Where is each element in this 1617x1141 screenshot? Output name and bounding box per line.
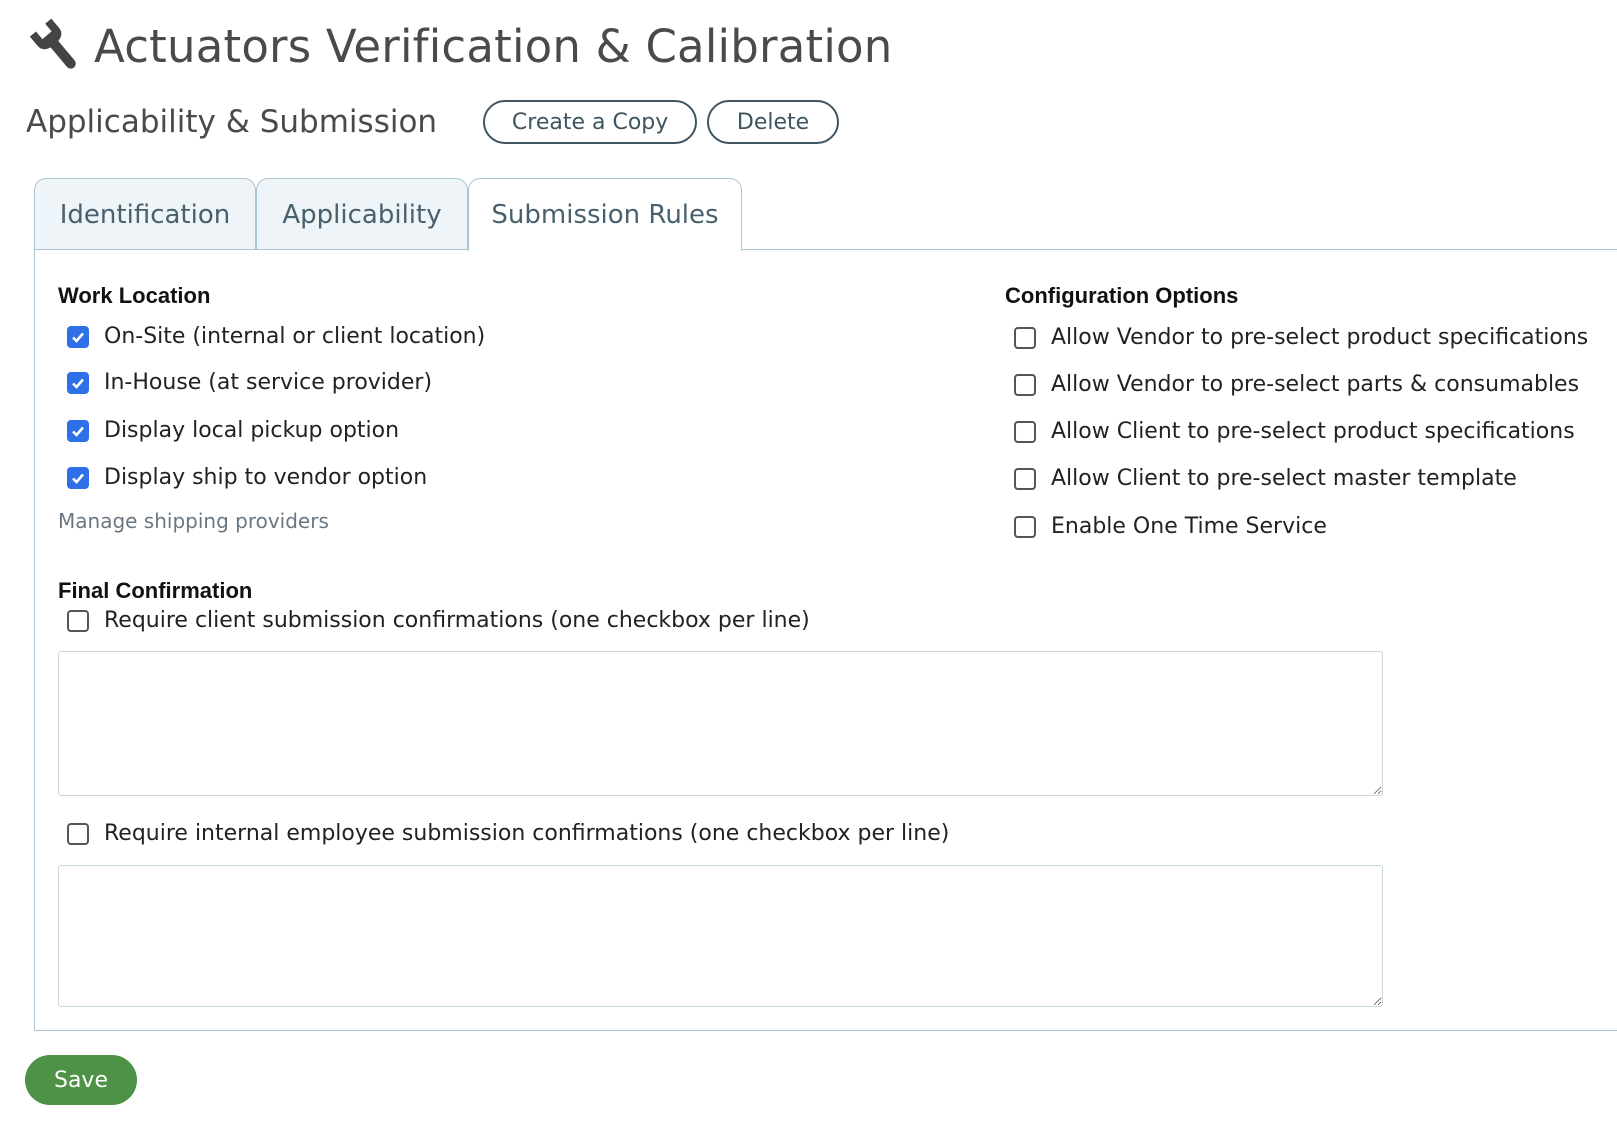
configuration-option[interactable]: Allow Client to pre-select product speci…	[1014, 419, 1575, 444]
client-confirmation-label: Require client submission confirmations …	[104, 608, 810, 633]
employee-confirmation-label: Require internal employee submission con…	[104, 821, 950, 846]
employee-confirmation-textarea[interactable]	[58, 865, 1383, 1007]
work-location-option[interactable]: Display local pickup option	[67, 418, 399, 443]
work-location-option[interactable]: On-Site (internal or client location)	[67, 324, 485, 349]
local-pickup-checkbox[interactable]	[67, 419, 89, 442]
final-confirmation-heading: Final Confirmation	[58, 578, 253, 603]
client-product-specs-label: Allow Client to pre-select product speci…	[1051, 419, 1575, 444]
tab-submission-rules[interactable]: Submission Rules	[468, 178, 742, 251]
checkmark-icon	[72, 473, 84, 484]
section-subtitle: Applicability & Submission	[26, 104, 438, 140]
vendor-parts-checkbox[interactable]	[1014, 373, 1036, 396]
vendor-product-specs-label: Allow Vendor to pre-select product speci…	[1051, 325, 1589, 350]
client-confirmation-textarea[interactable]	[58, 651, 1383, 796]
one-time-service-checkbox[interactable]	[1014, 515, 1036, 538]
on-site-label: On-Site (internal or client location)	[104, 324, 486, 349]
checkmark-icon	[72, 332, 84, 343]
work-location-heading: Work Location	[58, 283, 211, 308]
create-copy-button[interactable]: Create a Copy	[483, 100, 698, 144]
configuration-option[interactable]: Allow Vendor to pre-select parts & consu…	[1014, 372, 1579, 397]
checkmark-icon	[72, 378, 84, 389]
in-house-label: In-House (at service provider)	[104, 370, 433, 395]
client-confirmation-checkbox[interactable]	[67, 609, 89, 632]
ship-to-vendor-checkbox[interactable]	[67, 466, 89, 489]
submission-rules-panel: Work Location On-Site (internal or clien…	[34, 249, 1617, 1031]
client-confirmation-option[interactable]: Require client submission confirmations …	[67, 608, 810, 633]
tab-applicability[interactable]: Applicability	[256, 178, 468, 250]
tab-bar: Identification Applicability Submission …	[34, 178, 742, 251]
client-master-template-checkbox[interactable]	[1014, 467, 1036, 490]
work-location-option[interactable]: In-House (at service provider)	[67, 370, 432, 395]
subheader: Applicability & Submission Create a Copy…	[26, 100, 849, 144]
wrench-icon	[29, 18, 76, 69]
configuration-option[interactable]: Allow Vendor to pre-select product speci…	[1014, 325, 1588, 350]
vendor-product-specs-checkbox[interactable]	[1014, 326, 1036, 349]
in-house-checkbox[interactable]	[67, 371, 89, 394]
manage-shipping-providers-link[interactable]: Manage shipping providers	[58, 509, 329, 533]
configuration-option[interactable]: Allow Client to pre-select master templa…	[1014, 466, 1517, 491]
client-product-specs-checkbox[interactable]	[1014, 420, 1036, 443]
tab-identification[interactable]: Identification	[34, 178, 256, 250]
employee-confirmation-checkbox[interactable]	[67, 822, 89, 845]
local-pickup-label: Display local pickup option	[104, 418, 400, 443]
employee-confirmation-option[interactable]: Require internal employee submission con…	[67, 821, 949, 846]
delete-button[interactable]: Delete	[707, 100, 840, 144]
save-button[interactable]: Save	[25, 1055, 137, 1105]
page-title: Actuators Verification & Calibration	[94, 19, 893, 73]
client-master-template-label: Allow Client to pre-select master templa…	[1051, 466, 1517, 491]
checkmark-icon	[72, 426, 84, 437]
vendor-parts-label: Allow Vendor to pre-select parts & consu…	[1051, 372, 1580, 397]
configuration-option[interactable]: Enable One Time Service	[1014, 514, 1327, 539]
one-time-service-label: Enable One Time Service	[1051, 514, 1327, 539]
work-location-option[interactable]: Display ship to vendor option	[67, 465, 427, 490]
ship-to-vendor-label: Display ship to vendor option	[104, 465, 428, 490]
page-header: Actuators Verification & Calibration	[24, 14, 892, 78]
on-site-checkbox[interactable]	[67, 325, 89, 348]
configuration-options-heading: Configuration Options	[1005, 283, 1239, 308]
